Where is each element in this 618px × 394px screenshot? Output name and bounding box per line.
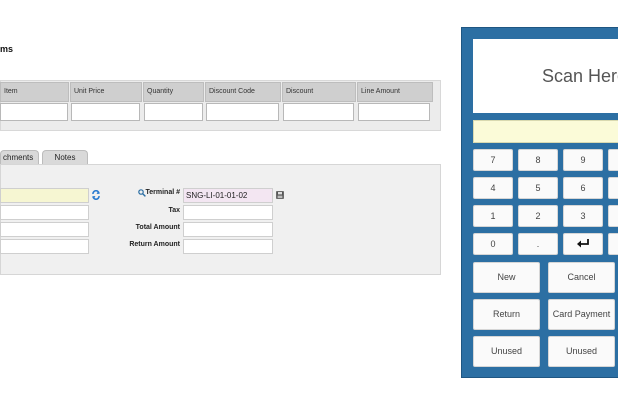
key-7[interactable]: 7 bbox=[473, 149, 513, 171]
key-5[interactable]: 5 bbox=[518, 177, 558, 199]
column-header-discount-code[interactable]: Discount Code bbox=[205, 82, 281, 102]
key-enter[interactable] bbox=[563, 233, 603, 255]
key-dot[interactable]: . bbox=[518, 233, 558, 255]
column-header-item[interactable]: Item bbox=[0, 82, 69, 102]
field-row-2[interactable] bbox=[0, 205, 89, 220]
return-button[interactable]: Return bbox=[473, 299, 540, 330]
terminal-label: Terminal # bbox=[145, 189, 181, 196]
column-header-unit-price[interactable]: Unit Price bbox=[70, 82, 142, 102]
key-6[interactable]: 6 bbox=[563, 177, 603, 199]
unit-price-input[interactable] bbox=[71, 103, 140, 121]
item-input[interactable] bbox=[0, 103, 68, 121]
field-row-3[interactable] bbox=[0, 222, 89, 237]
return-amount-field[interactable] bbox=[183, 239, 273, 254]
return-amount-label: Return Amount bbox=[129, 241, 180, 248]
quantity-input[interactable] bbox=[144, 103, 203, 121]
key-1[interactable]: 1 bbox=[473, 205, 513, 227]
key-3[interactable]: 3 bbox=[563, 205, 603, 227]
tax-field[interactable] bbox=[183, 205, 273, 220]
lookup-field[interactable] bbox=[0, 188, 89, 203]
key-extra-1[interactable] bbox=[608, 149, 618, 171]
scan-input[interactable] bbox=[473, 120, 618, 143]
key-4[interactable]: 4 bbox=[473, 177, 513, 199]
key-2[interactable]: 2 bbox=[518, 205, 558, 227]
discount-input[interactable] bbox=[283, 103, 354, 121]
key-8[interactable]: 8 bbox=[518, 149, 558, 171]
terminal-field[interactable]: SNG-LI-01-01-02 bbox=[183, 188, 273, 203]
enter-icon bbox=[576, 238, 590, 249]
scan-display: Scan Here bbox=[473, 39, 618, 113]
column-header-line-amount[interactable]: Line Amount bbox=[357, 82, 433, 102]
total-amount-label: Total Amount bbox=[135, 224, 180, 231]
card-payment-button[interactable]: Card Payment bbox=[548, 299, 615, 330]
tab-attachments[interactable]: chments bbox=[0, 150, 39, 165]
key-0[interactable]: 0 bbox=[473, 233, 513, 255]
new-button[interactable]: New bbox=[473, 262, 540, 293]
unused-button-1[interactable]: Unused bbox=[473, 336, 540, 367]
save-icon[interactable] bbox=[276, 191, 284, 199]
key-extra-2[interactable] bbox=[608, 177, 618, 199]
tab-notes[interactable]: Notes bbox=[42, 150, 88, 165]
cancel-button[interactable]: Cancel bbox=[548, 262, 615, 293]
key-9[interactable]: 9 bbox=[563, 149, 603, 171]
tax-label: Tax bbox=[168, 207, 180, 214]
section-title: ms bbox=[0, 44, 14, 54]
unused-button-2[interactable]: Unused bbox=[548, 336, 615, 367]
key-extra-4[interactable] bbox=[608, 233, 618, 255]
line-amount-input[interactable] bbox=[358, 103, 430, 121]
column-header-discount[interactable]: Discount bbox=[282, 82, 356, 102]
key-extra-3[interactable] bbox=[608, 205, 618, 227]
field-row-4[interactable] bbox=[0, 239, 89, 254]
discount-code-input[interactable] bbox=[206, 103, 279, 121]
column-header-quantity[interactable]: Quantity bbox=[143, 82, 204, 102]
total-amount-field[interactable] bbox=[183, 222, 273, 237]
